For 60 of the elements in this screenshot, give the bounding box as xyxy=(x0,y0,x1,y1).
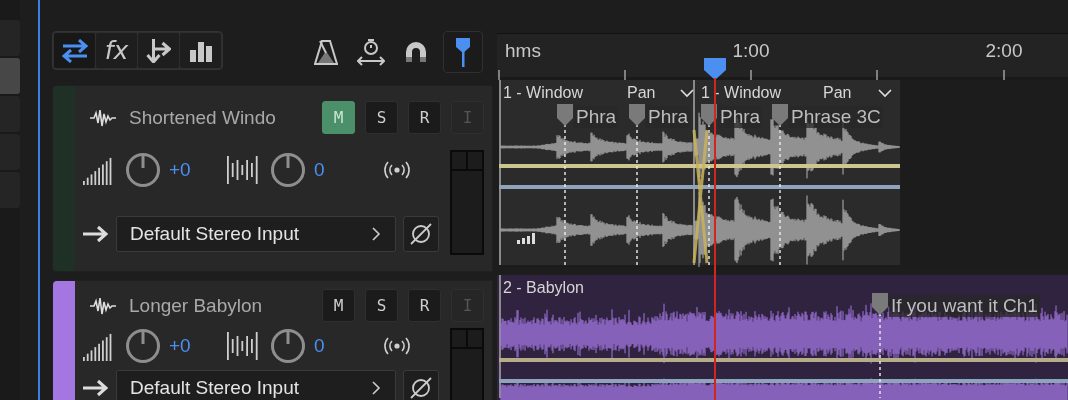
pan-value[interactable]: 0 xyxy=(314,335,370,358)
input-dropdown[interactable]: Default Stereo Input xyxy=(116,216,396,252)
waveform-icon xyxy=(90,108,116,127)
phase-invert-button[interactable] xyxy=(403,216,439,252)
chevron-right-icon xyxy=(371,379,381,396)
bar-chart-icon xyxy=(188,39,213,62)
volume-value[interactable]: +0 xyxy=(169,159,227,181)
effects-button[interactable]: fx xyxy=(96,33,137,68)
time-ruler[interactable]: hms 1:00 2:00 xyxy=(497,33,1068,80)
waveform-icon xyxy=(90,296,116,315)
broadcast-icon[interactable] xyxy=(382,160,412,180)
track-toggle-button[interactable]: R xyxy=(408,101,441,134)
inputs-outputs-button[interactable] xyxy=(54,33,95,68)
volume-icon xyxy=(83,331,113,362)
track-toggle-button[interactable]: S xyxy=(365,101,398,134)
track-name: Shortened Windo xyxy=(129,106,276,129)
chevron-down-icon[interactable] xyxy=(680,89,694,98)
clip-title: 2 - Babylon xyxy=(503,279,584,297)
chevron-down-icon[interactable] xyxy=(878,89,892,98)
pan-icon xyxy=(227,155,258,185)
pan-icon xyxy=(227,331,258,362)
track-toggle-button[interactable]: R xyxy=(408,289,441,322)
marker-label[interactable]: If you want it Ch1 xyxy=(889,295,1040,317)
pin-icon xyxy=(456,37,470,67)
clip-gain-icon xyxy=(517,233,535,244)
volume-icon xyxy=(83,155,113,185)
crossfade-drawing[interactable] xyxy=(692,128,709,265)
eq-button[interactable] xyxy=(180,33,221,68)
volume-knob[interactable] xyxy=(125,152,161,188)
time-label: 1:00 xyxy=(732,40,770,62)
arrow-right-icon xyxy=(83,378,109,397)
clip-title: 1 - Window xyxy=(503,84,584,102)
pan-value[interactable]: 0 xyxy=(314,159,370,181)
track-toggle-button[interactable]: M xyxy=(322,289,355,322)
phase-invert-button[interactable] xyxy=(403,369,439,400)
arrow-down-right-icon xyxy=(146,38,171,63)
arrow-right-icon xyxy=(83,225,109,243)
magnet-icon xyxy=(404,40,428,64)
clip-pan-label: Pan xyxy=(627,84,656,102)
chevron-right-icon xyxy=(371,226,381,242)
metronome-icon xyxy=(314,39,338,65)
stopwatch-arrows-icon xyxy=(357,38,385,66)
track-name: Longer Babylon xyxy=(129,294,263,317)
pan-knob[interactable] xyxy=(270,152,306,188)
circle-slash-icon xyxy=(409,222,433,246)
clip-pan-label: Pan xyxy=(823,84,852,102)
pan-knob[interactable] xyxy=(270,328,306,365)
volume-value[interactable]: +0 xyxy=(169,335,227,358)
volume-knob[interactable] xyxy=(125,328,161,365)
track-toggle-button[interactable]: S xyxy=(365,289,398,322)
time-label: 2:00 xyxy=(985,40,1023,62)
panel-row xyxy=(0,58,20,94)
broadcast-icon[interactable] xyxy=(382,336,412,357)
swap-arrows-icon xyxy=(61,38,88,63)
playhead-follow-button[interactable] xyxy=(443,31,483,73)
clip-title: 1 - Window xyxy=(701,84,782,102)
circle-slash-icon xyxy=(409,375,433,400)
time-unit-label: hms xyxy=(505,40,541,62)
sends-button[interactable] xyxy=(138,33,179,68)
input-dropdown[interactable]: Default Stereo Input xyxy=(116,369,396,400)
